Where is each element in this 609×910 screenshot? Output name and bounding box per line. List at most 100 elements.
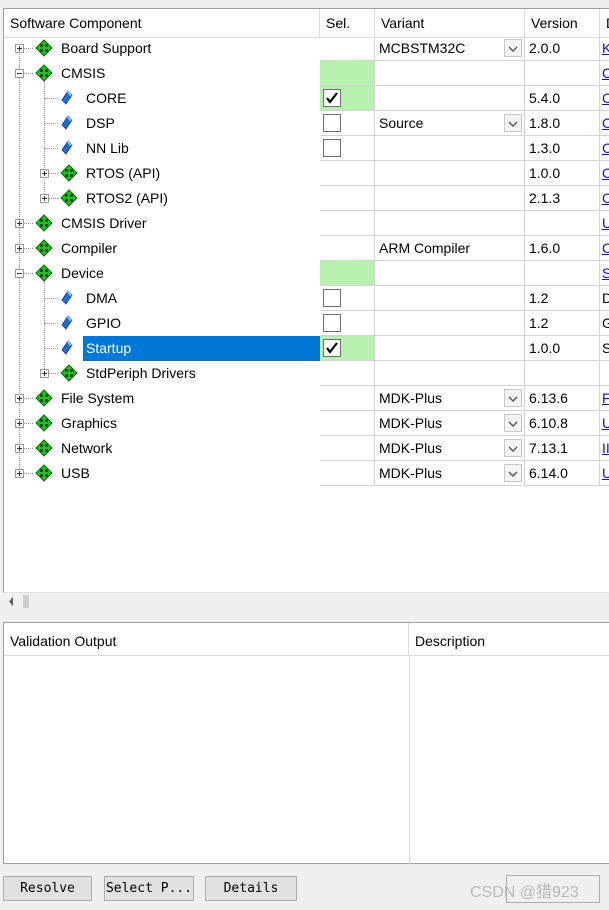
description-cell[interactable]: K: [600, 36, 609, 61]
component-label[interactable]: USB: [58, 461, 93, 486]
expand-icon[interactable]: [15, 444, 24, 453]
variant-cell[interactable]: MDK-Plus: [375, 436, 525, 461]
description-cell[interactable]: U: [600, 461, 609, 486]
expand-icon[interactable]: [15, 44, 24, 53]
pane-splitter[interactable]: [0, 611, 609, 621]
expand-icon[interactable]: [15, 469, 24, 478]
table-row[interactable]: NN Lib 1.3.0C: [4, 136, 609, 161]
component-label[interactable]: RTOS (API): [83, 161, 163, 186]
select-checkbox[interactable]: [323, 339, 341, 357]
component-label[interactable]: CMSIS Driver: [58, 211, 150, 236]
selection-cell[interactable]: [320, 186, 375, 211]
component-label[interactable]: CMSIS: [58, 61, 108, 86]
expand-icon[interactable]: [15, 394, 24, 403]
selection-cell[interactable]: [320, 236, 375, 261]
select-checkbox[interactable]: [323, 114, 341, 132]
chevron-down-icon[interactable]: [504, 114, 522, 132]
selection-cell[interactable]: [320, 211, 375, 236]
table-row[interactable]: GPIO 1.2G: [4, 311, 609, 336]
selection-cell[interactable]: [320, 386, 375, 411]
select-checkbox[interactable]: [323, 314, 341, 332]
scrollbar-thumb[interactable]: [23, 595, 29, 608]
tree-node[interactable]: GPIO: [4, 311, 320, 336]
component-label[interactable]: StdPeriph Drivers: [83, 361, 199, 386]
tree-node[interactable]: Network: [4, 436, 320, 461]
selection-cell[interactable]: [320, 61, 375, 86]
tree-node[interactable]: Startup: [4, 336, 320, 361]
description-cell[interactable]: C: [600, 61, 609, 86]
scroll-left-button[interactable]: [3, 593, 21, 610]
table-row[interactable]: Graphics MDK-Plus 6.10.8U: [4, 411, 609, 436]
component-label[interactable]: GPIO: [83, 311, 124, 336]
validation-output-header[interactable]: Validation Output: [4, 623, 409, 656]
table-row[interactable]: RTOS (API) 1.0.0C: [4, 161, 609, 186]
chevron-down-icon[interactable]: [504, 414, 522, 432]
table-row[interactable]: Device S: [4, 261, 609, 286]
table-row[interactable]: Board Support MCBSTM32C 2.0.0K: [4, 36, 609, 61]
collapse-icon[interactable]: [15, 269, 24, 278]
component-label[interactable]: Compiler: [58, 236, 120, 261]
component-label[interactable]: File System: [58, 386, 137, 411]
chevron-down-icon[interactable]: [504, 39, 522, 57]
table-row[interactable]: StdPeriph Drivers: [4, 361, 609, 386]
table-row[interactable]: Compiler ARM Compiler 1.6.0C: [4, 236, 609, 261]
selection-cell[interactable]: [320, 461, 375, 486]
variant-cell[interactable]: MDK-Plus: [375, 386, 525, 411]
horizontal-scrollbar[interactable]: [3, 592, 609, 610]
table-row[interactable]: CMSIS Driver U: [4, 211, 609, 236]
tree-node[interactable]: NN Lib: [4, 136, 320, 161]
expand-icon[interactable]: [15, 244, 24, 253]
component-label[interactable]: RTOS2 (API): [83, 186, 171, 211]
column-header-sel[interactable]: Sel.: [320, 9, 375, 38]
component-label[interactable]: Board Support: [58, 36, 154, 61]
table-row[interactable]: USB MDK-Plus 6.14.0U: [4, 461, 609, 486]
selection-cell[interactable]: [320, 411, 375, 436]
component-label[interactable]: DSP: [83, 111, 118, 136]
component-label[interactable]: NN Lib: [83, 136, 132, 161]
component-label[interactable]: Network: [58, 436, 115, 461]
component-label[interactable]: DMA: [83, 286, 120, 311]
tree-node[interactable]: DMA: [4, 286, 320, 311]
resolve-button[interactable]: Resolve: [3, 876, 92, 901]
table-row[interactable]: Network MDK-Plus 7.13.1II: [4, 436, 609, 461]
description-cell[interactable]: U: [600, 411, 609, 436]
description-cell[interactable]: C: [600, 236, 609, 261]
chevron-down-icon[interactable]: [504, 389, 522, 407]
table-row[interactable]: DSP Source 1.8.0C: [4, 111, 609, 136]
table-row[interactable]: RTOS2 (API) 2.1.3C: [4, 186, 609, 211]
expand-icon[interactable]: [40, 194, 49, 203]
tree-node[interactable]: CMSIS Driver: [4, 211, 320, 236]
select-checkbox[interactable]: [323, 289, 341, 307]
description-cell[interactable]: C: [600, 186, 609, 211]
component-label[interactable]: Graphics: [58, 411, 120, 436]
component-label[interactable]: Startup: [83, 336, 320, 361]
tree-node[interactable]: Board Support: [4, 36, 320, 61]
column-header-variant[interactable]: Variant: [375, 9, 525, 38]
description-cell[interactable]: C: [600, 86, 609, 111]
description-cell[interactable]: F: [600, 386, 609, 411]
selection-cell[interactable]: [320, 311, 375, 336]
description-header[interactable]: Description: [409, 623, 609, 656]
tree-node[interactable]: Compiler: [4, 236, 320, 261]
tree-node[interactable]: USB: [4, 461, 320, 486]
selection-cell[interactable]: [320, 286, 375, 311]
tree-node[interactable]: File System: [4, 386, 320, 411]
tree-node[interactable]: StdPeriph Drivers: [4, 361, 320, 386]
selection-cell[interactable]: [320, 161, 375, 186]
column-header-version[interactable]: Version: [525, 9, 600, 38]
selection-cell[interactable]: [320, 361, 375, 386]
variant-cell[interactable]: Source: [375, 111, 525, 136]
selection-cell[interactable]: [320, 436, 375, 461]
selection-cell[interactable]: [320, 136, 375, 161]
table-row[interactable]: CORE 5.4.0C: [4, 86, 609, 111]
tree-node[interactable]: Graphics: [4, 411, 320, 436]
expand-icon[interactable]: [40, 369, 49, 378]
tree-node[interactable]: CMSIS: [4, 61, 320, 86]
description-cell[interactable]: U: [600, 211, 609, 236]
select-packs-button[interactable]: Select P...: [104, 876, 194, 901]
collapse-icon[interactable]: [15, 69, 24, 78]
expand-icon[interactable]: [15, 419, 24, 428]
table-row[interactable]: CMSIS C: [4, 61, 609, 86]
expand-icon[interactable]: [15, 219, 24, 228]
table-row[interactable]: Startup 1.0.0S: [4, 336, 609, 361]
